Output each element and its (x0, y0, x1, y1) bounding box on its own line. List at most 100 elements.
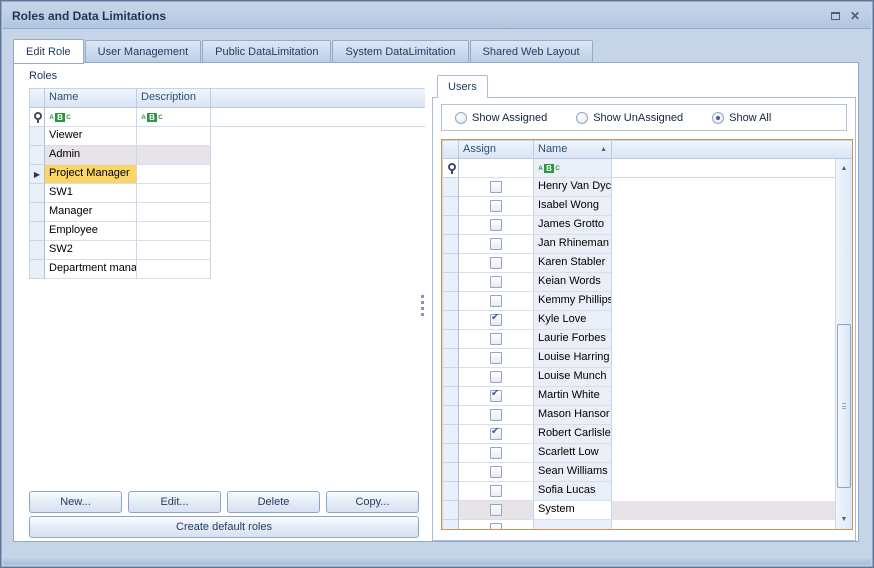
title-bar[interactable]: Roles and Data Limitations ✕ (3, 3, 871, 29)
assign-checkbox[interactable] (490, 238, 502, 250)
user-name-cell[interactable]: Scarlett Low (534, 444, 612, 463)
user-table-row[interactable]: Louise Harring (442, 349, 835, 368)
user-name-cell[interactable]: Jan Rhineman (534, 235, 612, 254)
user-assign-cell[interactable] (459, 368, 534, 387)
assign-checkbox[interactable] (490, 276, 502, 288)
user-assign-cell[interactable] (459, 444, 534, 463)
user-table-row[interactable]: Sean Williams (442, 463, 835, 482)
role-table-row[interactable]: Employee (29, 222, 425, 241)
user-name-cell[interactable]: Sean Williams (534, 463, 612, 482)
tab-shared-web-layout[interactable]: Shared Web Layout (470, 40, 593, 63)
user-assign-cell[interactable]: ✔ (459, 311, 534, 330)
user-table-row[interactable]: System (442, 501, 835, 520)
user-name-cell[interactable]: Mason Hansor (534, 406, 612, 425)
user-assign-cell[interactable] (459, 482, 534, 501)
create-default-roles-button[interactable]: Create default roles (29, 516, 419, 538)
user-table-row[interactable]: ✔ Kyle Love (442, 311, 835, 330)
radio-show-unassigned[interactable]: Show UnAssigned (576, 112, 683, 124)
tab-users[interactable]: Users (437, 75, 488, 98)
user-table-row[interactable]: ✔ Robert Carlisle (442, 425, 835, 444)
user-assign-cell[interactable] (459, 254, 534, 273)
scrollbar-thumb[interactable] (837, 324, 851, 488)
user-assign-cell[interactable] (459, 235, 534, 254)
assign-checkbox[interactable] (490, 447, 502, 459)
users-grid-scrollbar[interactable]: ▲ ▼ (835, 159, 852, 529)
assign-checkbox[interactable] (490, 466, 502, 478)
user-table-row[interactable]: Sofia Lucas (442, 482, 835, 501)
user-name-cell[interactable]: System (534, 501, 612, 520)
assign-checkbox[interactable] (490, 333, 502, 345)
role-name-cell[interactable]: Manager (45, 203, 137, 222)
assign-checkbox[interactable]: ✔ (490, 390, 502, 402)
splitter-grip[interactable] (421, 295, 424, 316)
edit-button[interactable]: Edit... (128, 491, 221, 513)
user-name-cell[interactable]: Martin White (534, 387, 612, 406)
assign-checkbox[interactable] (490, 409, 502, 421)
role-description-cell[interactable] (137, 165, 211, 184)
scroll-up-icon[interactable]: ▲ (836, 161, 852, 176)
assign-checkbox[interactable] (490, 181, 502, 193)
user-assign-cell[interactable] (459, 520, 534, 529)
user-name-cell[interactable]: Karen Stabler (534, 254, 612, 273)
users-assign-column-header[interactable]: Assign (459, 140, 534, 159)
user-name-cell[interactable]: James Grotto (534, 216, 612, 235)
role-name-cell[interactable]: Admin (45, 146, 137, 165)
roles-name-column-header[interactable]: Name (45, 88, 137, 108)
user-assign-cell[interactable] (459, 501, 534, 520)
role-table-row[interactable]: SW2 (29, 241, 425, 260)
user-assign-cell[interactable] (459, 216, 534, 235)
users-name-column-header[interactable]: Name▲ (534, 140, 612, 159)
roles-name-filter-cell[interactable]: ABC (45, 108, 137, 127)
assign-checkbox[interactable] (490, 219, 502, 231)
role-name-cell[interactable]: Employee (45, 222, 137, 241)
role-name-cell[interactable]: SW1 (45, 184, 137, 203)
user-name-cell[interactable]: Louise Harring (534, 349, 612, 368)
role-description-cell[interactable] (137, 241, 211, 260)
role-description-cell[interactable] (137, 184, 211, 203)
scroll-down-icon[interactable]: ▼ (836, 512, 852, 527)
radio-show-all[interactable]: Show All (712, 112, 771, 124)
tab-system-datalimitation[interactable]: System DataLimitation (332, 40, 468, 63)
role-table-row[interactable]: Viewer (29, 127, 425, 146)
copy-button[interactable]: Copy... (326, 491, 419, 513)
user-table-row[interactable]: Kemmy Phillips (442, 292, 835, 311)
user-assign-cell[interactable] (459, 349, 534, 368)
assign-checkbox[interactable] (490, 485, 502, 497)
role-name-cell[interactable]: Department mana (45, 260, 137, 279)
radio-button-icon[interactable] (576, 112, 588, 124)
users-assign-filter-cell[interactable] (459, 159, 534, 178)
user-table-row[interactable]: Karen Stabler (442, 254, 835, 273)
assign-checkbox[interactable] (490, 371, 502, 383)
roles-description-filter-cell[interactable]: ABC (137, 108, 211, 127)
role-description-cell[interactable] (137, 222, 211, 241)
assign-checkbox[interactable]: ✔ (490, 314, 502, 326)
assign-checkbox[interactable] (490, 523, 502, 529)
tab-public-datalimitation[interactable]: Public DataLimitation (202, 40, 331, 63)
user-name-cell[interactable]: Robert Carlisle (534, 425, 612, 444)
assign-checkbox[interactable] (490, 352, 502, 364)
user-assign-cell[interactable] (459, 178, 534, 197)
assign-checkbox[interactable]: ✔ (490, 428, 502, 440)
role-description-cell[interactable] (137, 127, 211, 146)
user-assign-cell[interactable] (459, 463, 534, 482)
user-table-row[interactable]: Isabel Wong (442, 197, 835, 216)
role-table-row[interactable]: SW1 (29, 184, 425, 203)
user-assign-cell[interactable] (459, 330, 534, 349)
tab-user-management[interactable]: User Management (85, 40, 202, 63)
user-table-row[interactable]: ✔ Martin White (442, 387, 835, 406)
user-name-cell[interactable]: Kemmy Phillips (534, 292, 612, 311)
assign-checkbox[interactable] (490, 257, 502, 269)
maximize-button[interactable] (825, 7, 845, 25)
delete-button[interactable]: Delete (227, 491, 320, 513)
role-table-row[interactable]: ▶ Project Manager (29, 165, 425, 184)
tab-edit-role[interactable]: Edit Role (13, 39, 84, 64)
role-name-cell[interactable]: SW2 (45, 241, 137, 260)
assign-checkbox[interactable] (490, 295, 502, 307)
user-table-row[interactable]: Laurie Forbes (442, 330, 835, 349)
role-table-row[interactable]: Manager (29, 203, 425, 222)
user-assign-cell[interactable] (459, 197, 534, 216)
radio-button-icon[interactable] (712, 112, 724, 124)
radio-show-assigned[interactable]: Show Assigned (455, 112, 547, 124)
new-button[interactable]: New... (29, 491, 122, 513)
user-name-cell[interactable]: Kyle Love (534, 311, 612, 330)
